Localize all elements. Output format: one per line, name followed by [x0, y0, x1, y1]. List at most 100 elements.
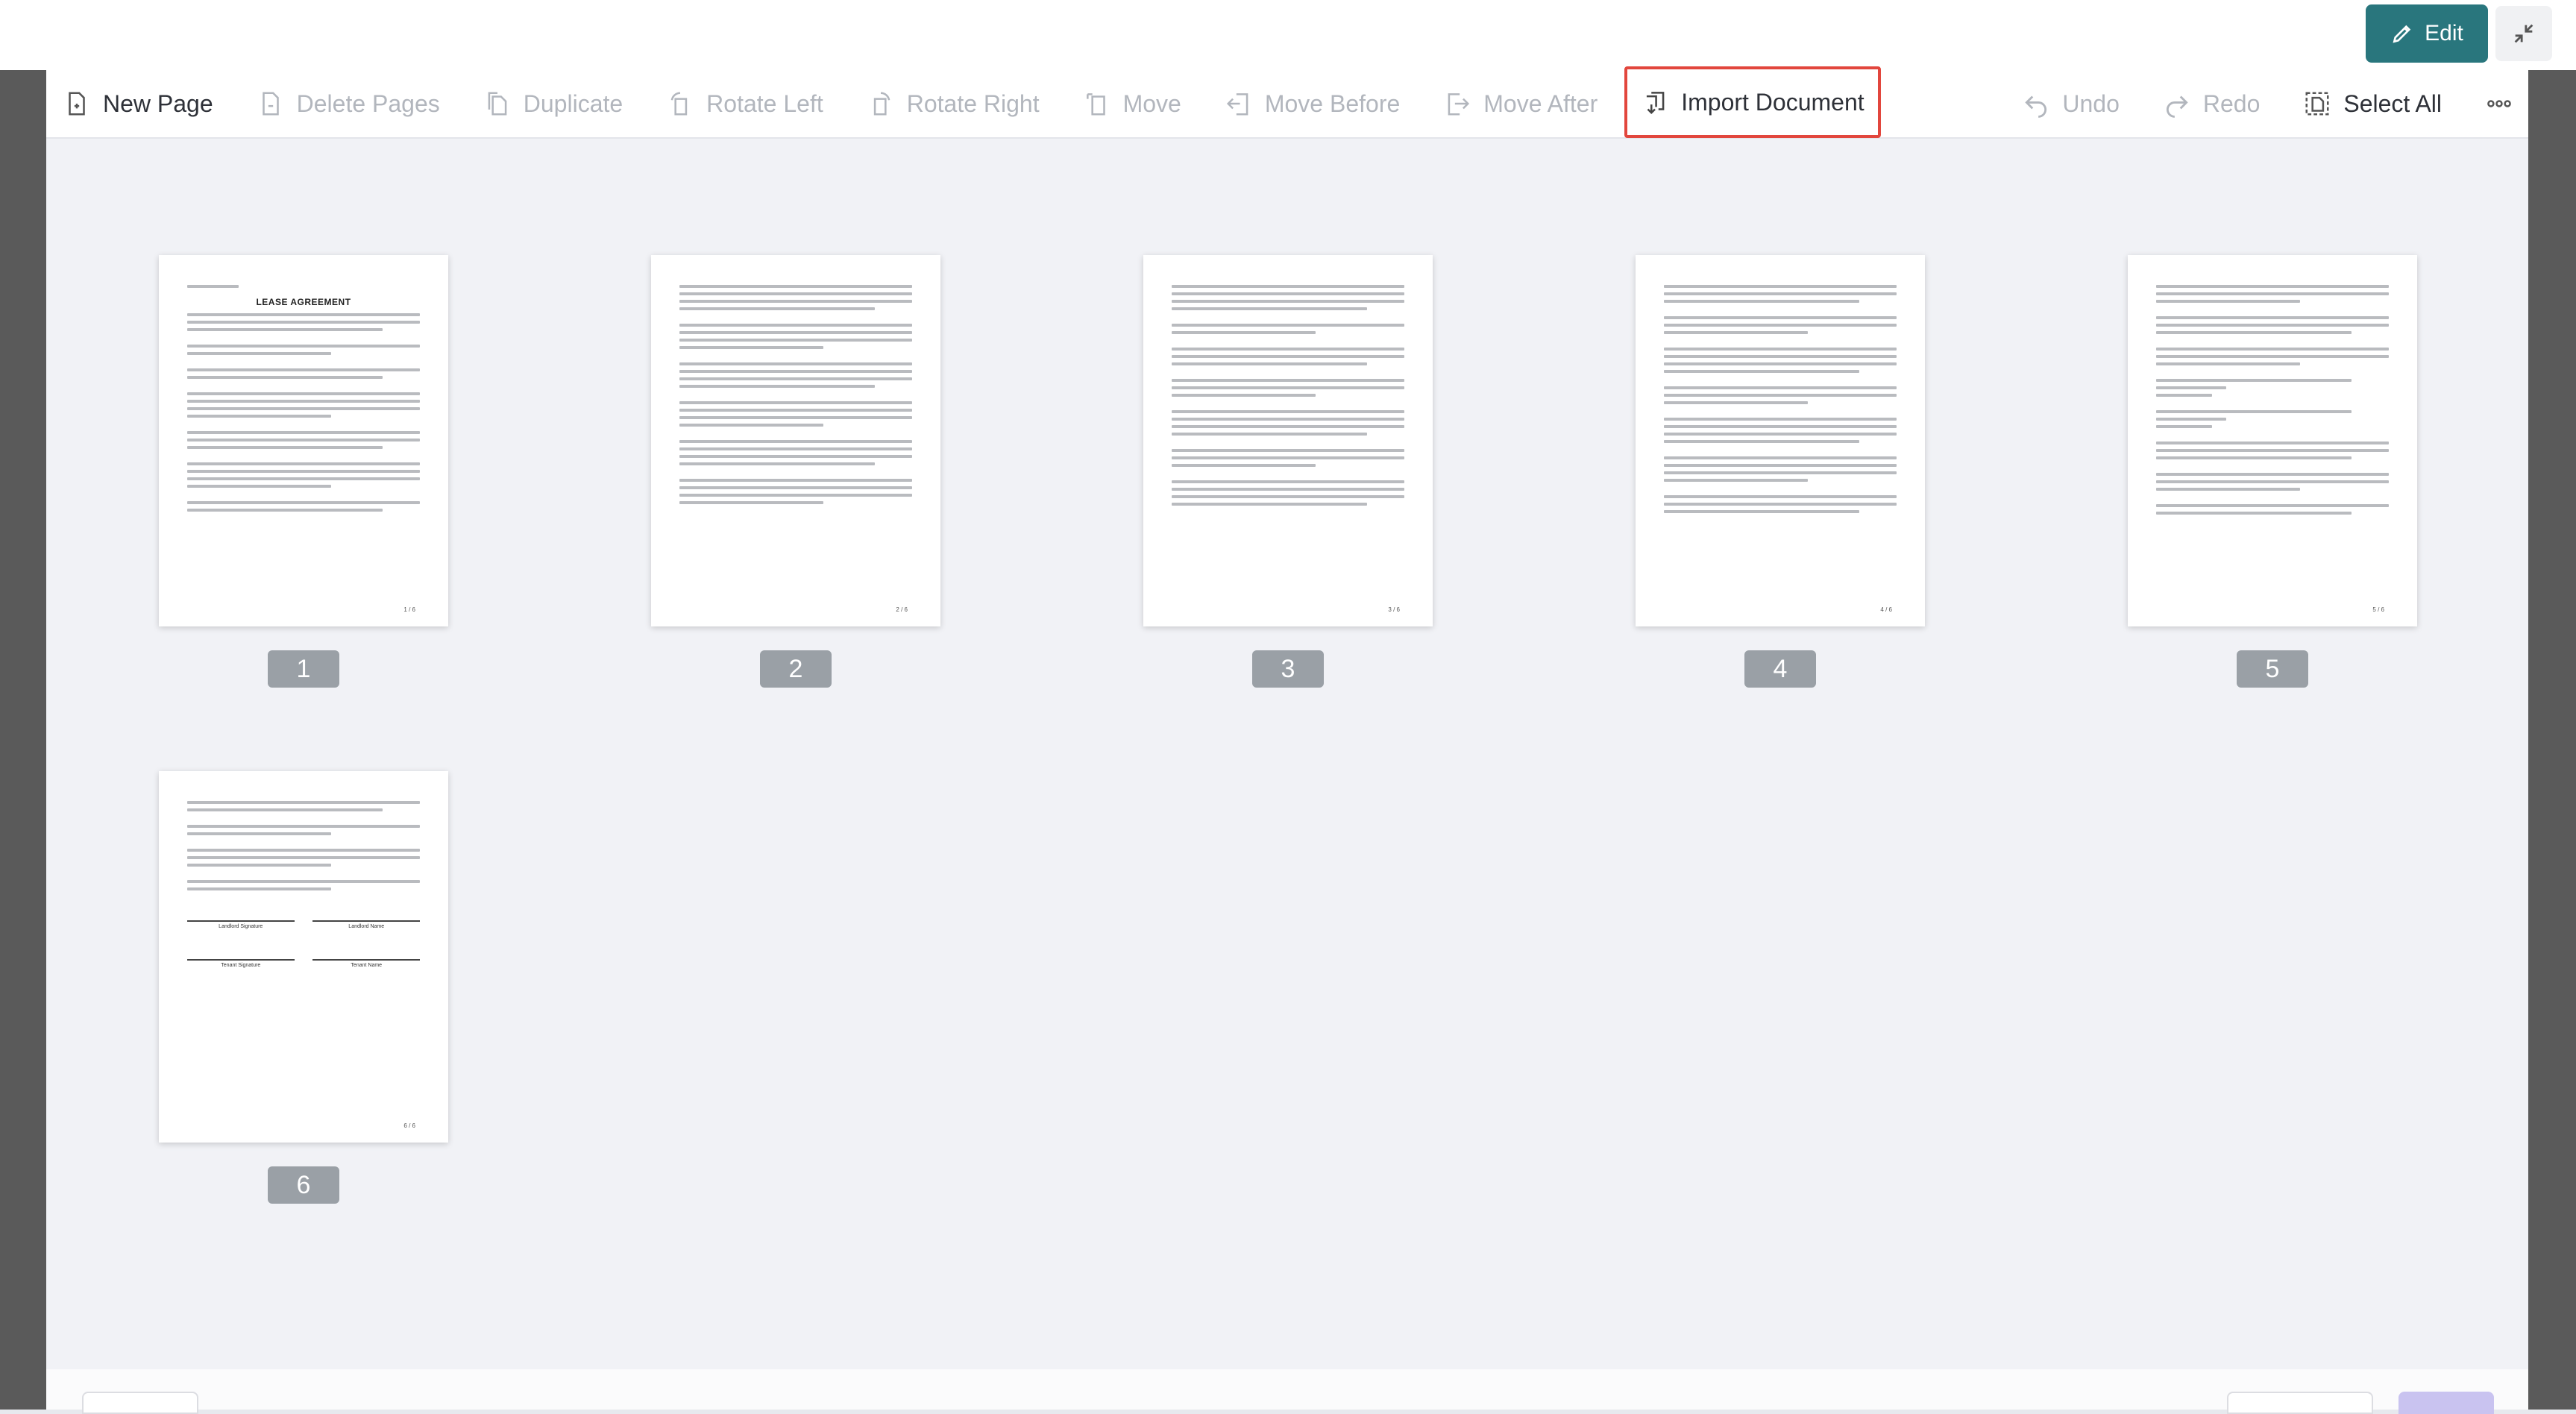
undo-button[interactable]: Undo: [2022, 69, 2120, 138]
import-document-label: Import Document: [1681, 88, 1865, 116]
page-footer: 3 / 6: [1388, 606, 1400, 613]
more-options-button[interactable]: [2485, 69, 2513, 138]
page-text-line: [187, 415, 332, 418]
page-text-line: [2156, 512, 2352, 515]
page-text-line: [187, 313, 420, 316]
page-thumbnail-5[interactable]: 5 / 6: [2128, 255, 2417, 626]
page-text-line: [1172, 285, 1404, 288]
page-text-line: [679, 385, 876, 388]
page-text-line: [1172, 386, 1404, 389]
page-text-line: [1664, 348, 1897, 351]
page-text-line: [679, 362, 912, 365]
page-text-line: [1664, 510, 1860, 513]
tenant-name-line: Tenant Name: [312, 959, 420, 968]
page-text-line: [187, 808, 383, 811]
page-text-line: [187, 328, 383, 331]
page-text-line: [679, 479, 912, 482]
dialog-footer: [46, 1369, 2528, 1414]
page-footer: 5 / 6: [2372, 606, 2384, 613]
page-text-line: [2156, 285, 2389, 288]
more-icon: [2487, 100, 2511, 107]
page-text-line: [1664, 401, 1809, 404]
page-text-line: [1664, 479, 1809, 482]
page-text-line: [679, 416, 912, 419]
page-text-line: [1664, 495, 1897, 498]
page-text-line: [2156, 386, 2226, 389]
page-text-line: [187, 439, 420, 442]
page-text-line: [1664, 471, 1897, 474]
move-icon: [1086, 93, 1105, 116]
page-text-line: [1664, 324, 1897, 327]
footer-cancel-button[interactable]: [2227, 1392, 2373, 1414]
page-thumbnail-3[interactable]: 3 / 6: [1143, 255, 1433, 626]
page-text-line: [1172, 355, 1404, 358]
page-text-line: [679, 462, 876, 465]
footer-apply-button[interactable]: [2398, 1392, 2494, 1414]
page-1-title: LEASE AGREEMENT: [256, 297, 351, 307]
page-text-line: [679, 307, 876, 310]
new-page-button[interactable]: New Page: [63, 69, 213, 138]
redo-icon: [2166, 95, 2188, 118]
page-text-line: [2156, 410, 2352, 413]
page-text-line: [187, 376, 383, 379]
backdrop-left: [0, 70, 46, 1410]
rotate-left-button[interactable]: Rotate Left: [666, 69, 823, 138]
page-thumbnail-1[interactable]: LEASE AGREEMENT 1 / 6: [159, 255, 448, 626]
page-text-line: [187, 446, 383, 449]
page-text-line: [187, 407, 420, 410]
page-text-line: [1664, 440, 1860, 443]
page-footer: 1 / 6: [403, 606, 415, 613]
page-text-line: [679, 501, 824, 504]
page-text-line: [1172, 300, 1404, 303]
page-number-5: 5: [2237, 650, 2308, 688]
page-text-line: [1172, 418, 1404, 421]
delete-pages-button[interactable]: Delete Pages: [257, 69, 440, 138]
page-text-line: [187, 431, 420, 434]
move-before-label: Move Before: [1264, 89, 1401, 117]
landlord-signature-block: Landlord Signature Landlord Name: [187, 920, 420, 929]
page-thumbnail-6[interactable]: Landlord Signature Landlord Name Tenant …: [159, 771, 448, 1143]
move-after-button[interactable]: Move After: [1443, 69, 1598, 138]
collapse-button[interactable]: [2495, 6, 2552, 61]
new-page-icon: [69, 92, 85, 116]
tenant-signature-line: Tenant Signature: [187, 959, 295, 968]
page-thumbnail-4[interactable]: 4 / 6: [1636, 255, 1925, 626]
page-text-line: [679, 300, 912, 303]
move-before-button[interactable]: Move Before: [1225, 69, 1400, 138]
page-text-line: [187, 352, 332, 355]
page-text-line: [1172, 331, 1316, 334]
import-document-icon: [1647, 92, 1665, 115]
page-text-line: [679, 324, 912, 327]
page-text-line: [1172, 348, 1404, 351]
page-text-line: [187, 880, 420, 883]
page-text-line: [2156, 362, 2301, 365]
page-text-line: [187, 400, 420, 403]
edit-button[interactable]: Edit: [2366, 4, 2488, 63]
rotate-right-button[interactable]: Rotate Right: [867, 69, 1040, 138]
import-document-button[interactable]: Import Document: [1624, 66, 1881, 138]
page-number-4: 4: [1744, 650, 1816, 688]
page-text-line: [679, 370, 912, 373]
redo-button[interactable]: Redo: [2163, 69, 2260, 138]
page-text-line: [1664, 316, 1897, 319]
new-page-label: New Page: [103, 89, 213, 117]
landlord-name-line: Landlord Name: [312, 920, 420, 929]
page-text-line: [187, 887, 332, 890]
page-number-2: 2: [760, 650, 832, 688]
page-text-line: [1664, 418, 1897, 421]
page-text-line: [679, 401, 912, 404]
page-text-line: [1172, 324, 1404, 327]
page-text-line: [2156, 324, 2389, 327]
select-all-button[interactable]: Select All: [2303, 69, 2442, 138]
page-text-line: [2156, 449, 2389, 452]
page-text-line: [2156, 480, 2389, 483]
page-footer: 2 / 6: [896, 606, 908, 613]
page-thumbnail-2[interactable]: 2 / 6: [651, 255, 940, 626]
duplicate-button[interactable]: Duplicate: [483, 69, 623, 138]
rotate-left-icon: [670, 92, 688, 116]
page-text-line: [679, 377, 912, 380]
move-button[interactable]: Move: [1083, 69, 1181, 138]
page-text-line: [1664, 394, 1897, 397]
footer-left-button[interactable]: [82, 1392, 198, 1414]
page-text-line: [1664, 292, 1897, 295]
